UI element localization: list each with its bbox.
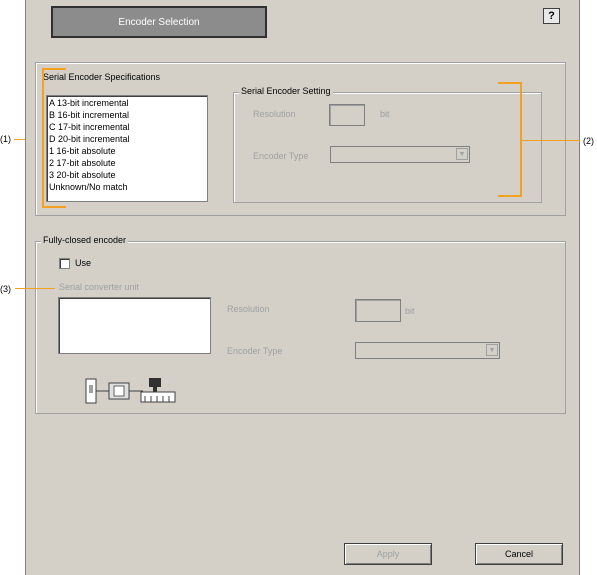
apply-button[interactable]: Apply <box>344 543 432 565</box>
spec-list-item[interactable]: B 16-bit incremental <box>47 109 207 121</box>
fully-closed-legend: Fully-closed encoder <box>41 235 129 246</box>
spec-list-item[interactable]: Unknown/No match <box>47 181 207 193</box>
help-icon[interactable]: ? <box>543 8 560 24</box>
bracket-1-bottom <box>42 206 66 208</box>
use-label: Use <box>75 258 92 268</box>
spec-group-legend: Serial Encoder Specifications <box>41 72 163 83</box>
dialog-title: Encoder Selection <box>51 6 267 38</box>
spec-list-item[interactable]: 2 17-bit absolute <box>47 157 207 169</box>
setting-encoder-type-select[interactable]: ▼ <box>330 146 470 163</box>
setting-resolution-unit: bit <box>380 109 390 119</box>
bracket-1-top <box>42 68 66 70</box>
callout-2-label: (2) <box>583 136 594 146</box>
setting-resolution-field[interactable] <box>329 104 365 126</box>
fc-encoder-type-value <box>356 343 359 353</box>
chevron-down-icon: ▼ <box>456 148 468 160</box>
spec-list-item[interactable]: 3 20-bit absolute <box>47 169 207 181</box>
dialog-panel: Encoder Selection ? Serial Encoder Speci… <box>15 0 580 575</box>
fc-encoder-type-select[interactable]: ▼ <box>355 342 500 359</box>
cancel-button[interactable]: Cancel <box>475 543 563 565</box>
converter-listbox[interactable] <box>58 297 211 354</box>
callout-1-label: (1) <box>0 134 11 144</box>
callout-3-label: (3) <box>0 284 11 294</box>
fc-resolution-label: Resolution <box>227 304 270 314</box>
converter-label: Serial converter unit <box>59 282 140 292</box>
spec-listbox[interactable]: A 13-bit incremental B 16-bit incremental… <box>46 95 208 202</box>
fc-resolution-unit: bit <box>405 306 415 316</box>
setting-encoder-type-label: Encoder Type <box>253 151 309 161</box>
spec-list-item[interactable]: D 20-bit incremental <box>47 133 207 145</box>
use-checkbox[interactable] <box>59 258 70 269</box>
setting-encoder-type-value <box>331 147 334 157</box>
fc-resolution-field[interactable] <box>355 299 401 322</box>
spec-list-item[interactable]: C 17-bit incremental <box>47 121 207 133</box>
bracket-2-bottom <box>498 195 522 197</box>
callout-2-line <box>520 140 580 141</box>
setting-resolution-label: Resolution <box>253 109 296 119</box>
spec-list-item[interactable]: 1 16-bit absolute <box>47 145 207 157</box>
setting-group-legend: Serial Encoder Setting <box>239 86 333 97</box>
chevron-down-icon: ▼ <box>486 344 498 356</box>
encoder-connection-diagram-icon <box>85 378 176 404</box>
bracket-2-top <box>498 82 522 84</box>
fc-encoder-type-label: Encoder Type <box>227 346 283 356</box>
bracket-1-left <box>42 68 44 208</box>
spec-list-item[interactable]: A 13-bit incremental <box>47 97 207 109</box>
callout-3-line <box>15 288 55 289</box>
